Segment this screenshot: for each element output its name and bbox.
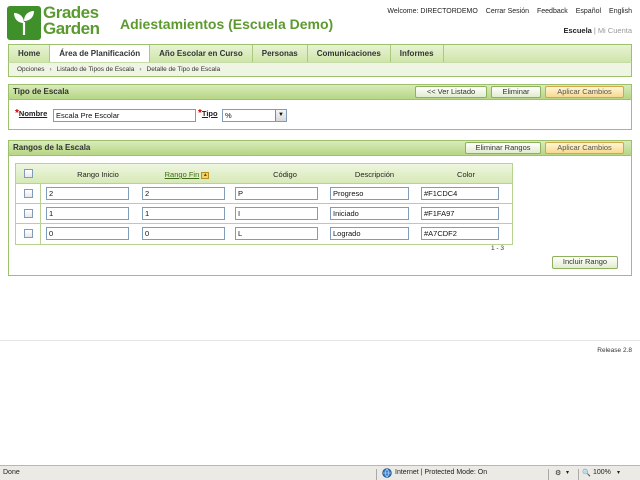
- eliminar-rangos-button[interactable]: Eliminar Rangos: [465, 142, 541, 154]
- status-text: Done: [3, 469, 20, 476]
- feedback-link[interactable]: Feedback: [537, 8, 568, 15]
- sort-asc-icon[interactable]: ▲: [201, 171, 210, 179]
- role-escuela-link[interactable]: Escuela: [564, 26, 592, 35]
- color-input[interactable]: #F1FA97: [421, 207, 499, 220]
- incluir-rango-button[interactable]: Incluir Rango: [552, 256, 618, 269]
- nombre-row: *Nombre: [15, 108, 47, 119]
- zoom-level[interactable]: 100%: [593, 469, 611, 476]
- tipo-select-value: %: [225, 111, 232, 120]
- col-codigo: Código: [273, 170, 297, 179]
- logo-text-line-2: Garden: [43, 19, 100, 38]
- status-divider: [376, 469, 377, 480]
- release-version: Release 2.8: [597, 347, 632, 354]
- codigo-input[interactable]: I: [235, 207, 318, 220]
- breadcrumb-detalle: Detalle de Tipo de Escala: [146, 66, 221, 73]
- rangos-escala-panel: Rangos de la Escala Eliminar Rangos Apli…: [8, 140, 632, 276]
- footer-divider: [0, 340, 640, 341]
- rango-inicio-input[interactable]: 0: [46, 227, 129, 240]
- tipo-escala-panel: Tipo de Escala << Ver Listado Eliminar A…: [8, 84, 632, 130]
- tipo-select[interactable]: % ▼: [222, 109, 287, 122]
- eliminar-button[interactable]: Eliminar: [491, 86, 541, 98]
- color-input[interactable]: #A7CDF2: [421, 227, 499, 240]
- descripcion-input[interactable]: Logrado: [330, 227, 409, 240]
- page-title: Adiestamientos (Escuela Demo): [120, 16, 334, 32]
- column-divider: [40, 204, 41, 224]
- breadcrumb: Opciones › Listado de Tipos de Escala › Deta…: [8, 62, 632, 77]
- panel-title: Tipo de Escala: [13, 87, 69, 96]
- table-row: 1 1 I Iniciado #F1FA97: [16, 204, 512, 224]
- tab-comunicaciones[interactable]: Comunicaciones: [308, 45, 391, 62]
- role-separator: |: [593, 26, 596, 35]
- codigo-input[interactable]: L: [235, 227, 318, 240]
- col-rango-inicio: Rango Inicio: [77, 170, 119, 179]
- col-rango-fin-label[interactable]: Rango Fin: [165, 170, 200, 179]
- row-checkbox[interactable]: [24, 229, 33, 238]
- role-mi-cuenta-link[interactable]: Mi Cuenta: [598, 26, 632, 35]
- header: Grades Garden Adiestamientos (Escuela De…: [0, 0, 640, 44]
- status-divider: [548, 469, 549, 480]
- globe-icon: [382, 468, 392, 480]
- table-header: Rango Inicio Rango Fin ▲ Código Descripc…: [16, 164, 512, 184]
- column-divider: [40, 224, 41, 244]
- rango-inicio-input[interactable]: 1: [46, 207, 129, 220]
- breadcrumb-listado[interactable]: Listado de Tipos de Escala: [57, 66, 135, 73]
- role-switcher: Escuela | Mi Cuenta: [564, 26, 633, 35]
- tipo-label: Tipo: [201, 109, 218, 118]
- tab-area-planificacion[interactable]: Área de Planificación: [50, 44, 151, 63]
- col-rango-fin[interactable]: Rango Fin ▲: [142, 170, 232, 179]
- col-color: Color: [457, 170, 475, 179]
- panel-header: Tipo de Escala << Ver Listado Eliminar A…: [9, 85, 631, 100]
- logo-text: Grades Garden: [43, 4, 100, 38]
- chevron-down-icon[interactable]: ▾: [566, 469, 569, 476]
- breadcrumb-separator: ›: [49, 66, 52, 73]
- column-divider: [40, 184, 41, 204]
- color-input[interactable]: #F1CDC4: [421, 187, 499, 200]
- tab-home[interactable]: Home: [9, 45, 51, 62]
- table-row: 2 2 P Progreso #F1CDC4: [16, 184, 512, 204]
- rango-fin-input[interactable]: 1: [142, 207, 225, 220]
- protected-mode-icon[interactable]: ⚙: [555, 469, 561, 477]
- row-checkbox[interactable]: [24, 209, 33, 218]
- descripcion-input[interactable]: Iniciado: [330, 207, 409, 220]
- aplicar-cambios-button[interactable]: Aplicar Cambios: [545, 86, 624, 98]
- breadcrumb-opciones[interactable]: Opciones: [17, 66, 44, 73]
- paging-info: 1 - 3: [491, 245, 505, 252]
- tipo-row: *Tipo: [198, 108, 218, 119]
- table-row: 0 0 L Logrado #A7CDF2: [16, 224, 512, 244]
- nombre-label: Nombre: [18, 109, 48, 118]
- descripcion-input[interactable]: Progreso: [330, 187, 409, 200]
- tab-personas[interactable]: Personas: [253, 45, 308, 62]
- ver-listado-button[interactable]: << Ver Listado: [415, 86, 487, 98]
- panel-header: Rangos de la Escala Eliminar Rangos Apli…: [9, 141, 631, 156]
- main-nav: Home Área de Planificación Año Escolar e…: [8, 44, 632, 63]
- security-zone-text: Internet | Protected Mode: On: [395, 469, 488, 476]
- codigo-input[interactable]: P: [235, 187, 318, 200]
- nombre-input[interactable]: Escala Pre Escolar: [53, 109, 196, 122]
- chevron-down-icon[interactable]: ▾: [617, 469, 620, 476]
- breadcrumb-separator: ›: [139, 66, 142, 73]
- zoom-icon[interactable]: 🔍: [582, 469, 591, 477]
- grades-garden-logo[interactable]: Grades Garden: [7, 4, 111, 40]
- lang-en-link[interactable]: English: [609, 8, 632, 15]
- browser-status-bar: Done Internet | Protected Mode: On ⚙ ▾ 🔍…: [0, 465, 640, 480]
- tab-informes[interactable]: Informes: [391, 45, 444, 62]
- logout-link[interactable]: Cerrar Sesión: [486, 8, 529, 15]
- sprout-logo-icon: [7, 6, 41, 40]
- rango-inicio-input[interactable]: 2: [46, 187, 129, 200]
- row-checkbox[interactable]: [24, 189, 33, 198]
- col-descripcion: Descripción: [354, 170, 395, 179]
- chevron-down-icon[interactable]: ▼: [275, 110, 286, 121]
- aplicar-cambios-rangos-button[interactable]: Aplicar Cambios: [545, 142, 624, 154]
- lang-es-link[interactable]: Español: [576, 8, 601, 15]
- top-links: Welcome: DIRECTORDEMO Cerrar Sesión Feedba…: [379, 8, 632, 15]
- rangos-table: Rango Inicio Rango Fin ▲ Código Descripc…: [15, 163, 513, 245]
- tab-ano-escolar[interactable]: Año Escolar en Curso: [150, 45, 253, 62]
- panel-title: Rangos de la Escala: [13, 143, 91, 152]
- select-all-checkbox[interactable]: [24, 169, 33, 178]
- rango-fin-input[interactable]: 0: [142, 227, 225, 240]
- rango-fin-input[interactable]: 2: [142, 187, 225, 200]
- status-divider: [578, 469, 579, 480]
- welcome-text: Welcome: DIRECTORDEMO: [387, 8, 478, 15]
